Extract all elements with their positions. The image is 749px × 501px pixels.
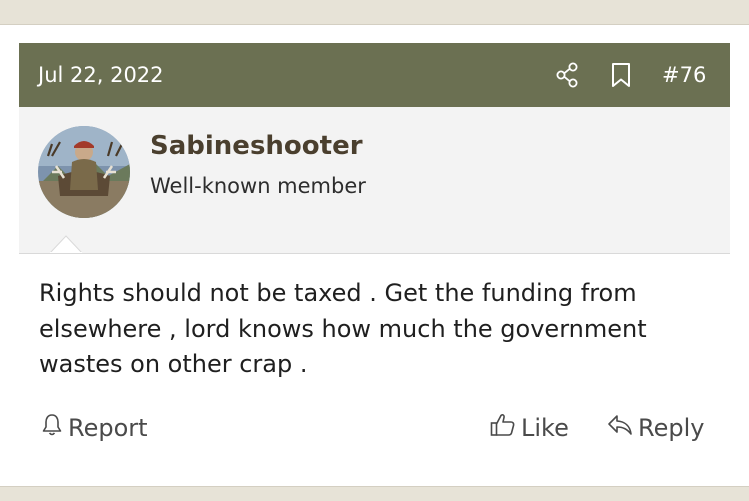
post-number-link[interactable]: #76 (662, 63, 706, 87)
like-button[interactable]: Like (489, 410, 569, 446)
post-card: Jul 22, 2022 #76 Sabineshooter Well-know… (0, 25, 749, 486)
page-top-band (0, 0, 749, 25)
share-icon[interactable] (555, 61, 581, 89)
message-pointer (50, 235, 82, 253)
user-title: Well-known member (150, 174, 366, 198)
user-info: Sabineshooter Well-known member (19, 107, 730, 254)
thumbs-up-icon (489, 411, 521, 445)
reply-button[interactable]: Reply (606, 410, 704, 446)
report-label: Report (68, 414, 148, 442)
bookmark-icon[interactable] (608, 61, 634, 89)
username-link[interactable]: Sabineshooter (150, 131, 363, 161)
post-date[interactable]: Jul 22, 2022 (38, 63, 164, 87)
page-bottom-band (0, 486, 749, 501)
avatar[interactable] (38, 126, 130, 218)
report-button[interactable]: Report (40, 410, 148, 446)
reply-arrow-icon (606, 412, 638, 444)
post-header: Jul 22, 2022 #76 (19, 43, 730, 107)
bell-icon (40, 412, 68, 444)
post-message: Rights should not be taxed . Get the fun… (39, 279, 647, 378)
reply-label: Reply (638, 414, 705, 442)
like-label: Like (521, 414, 569, 442)
